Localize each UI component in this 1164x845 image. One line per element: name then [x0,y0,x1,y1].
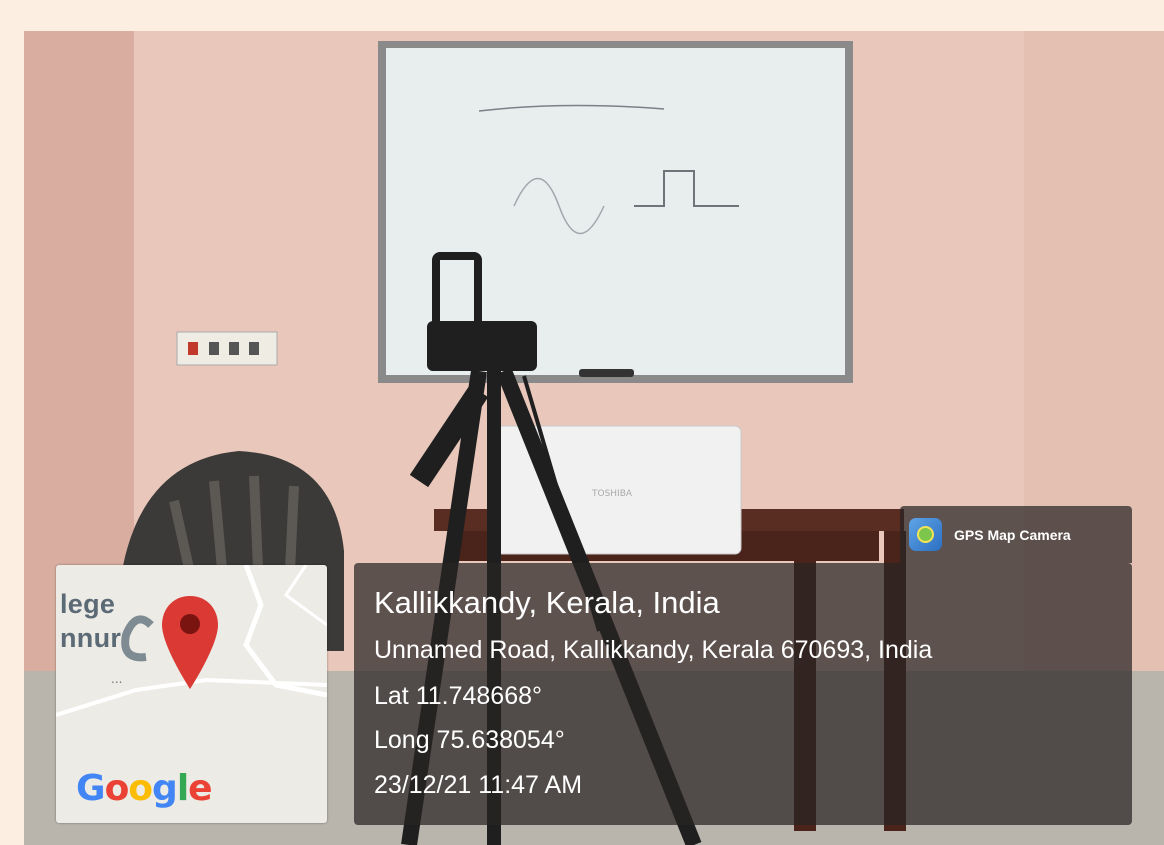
photo: TOSHIBA ... lege nnur Google GPS Map Cam… [24,31,1164,845]
google-logo: Google [76,768,213,809]
map-place-label: nnur [60,623,122,653]
timestamp: 23/12/21 11:47 AM [374,771,583,799]
laptop-brand: TOSHIBA [591,489,633,499]
latitude-readout: Lat 11.748668° [374,682,543,710]
location-address: Unnamed Road, Kallikkandy, Kerala 670693… [374,636,933,664]
location-info-panel: Kallikkandy, Kerala, India Unnamed Road,… [354,563,1132,825]
location-title: Kallikkandy, Kerala, India [374,585,720,620]
location-pin-icon [162,596,218,689]
badge-text: GPS Map Camera [954,526,1071,543]
gps-map-camera-app-icon [909,518,942,551]
gps-map-camera-badge: GPS Map Camera [900,506,1132,563]
longitude-readout: Long 75.638054° [374,726,565,754]
map-thumbnail[interactable]: ... lege nnur Google [56,565,327,823]
svg-text:...: ... [111,672,122,686]
map-place-label: lege [60,589,116,619]
